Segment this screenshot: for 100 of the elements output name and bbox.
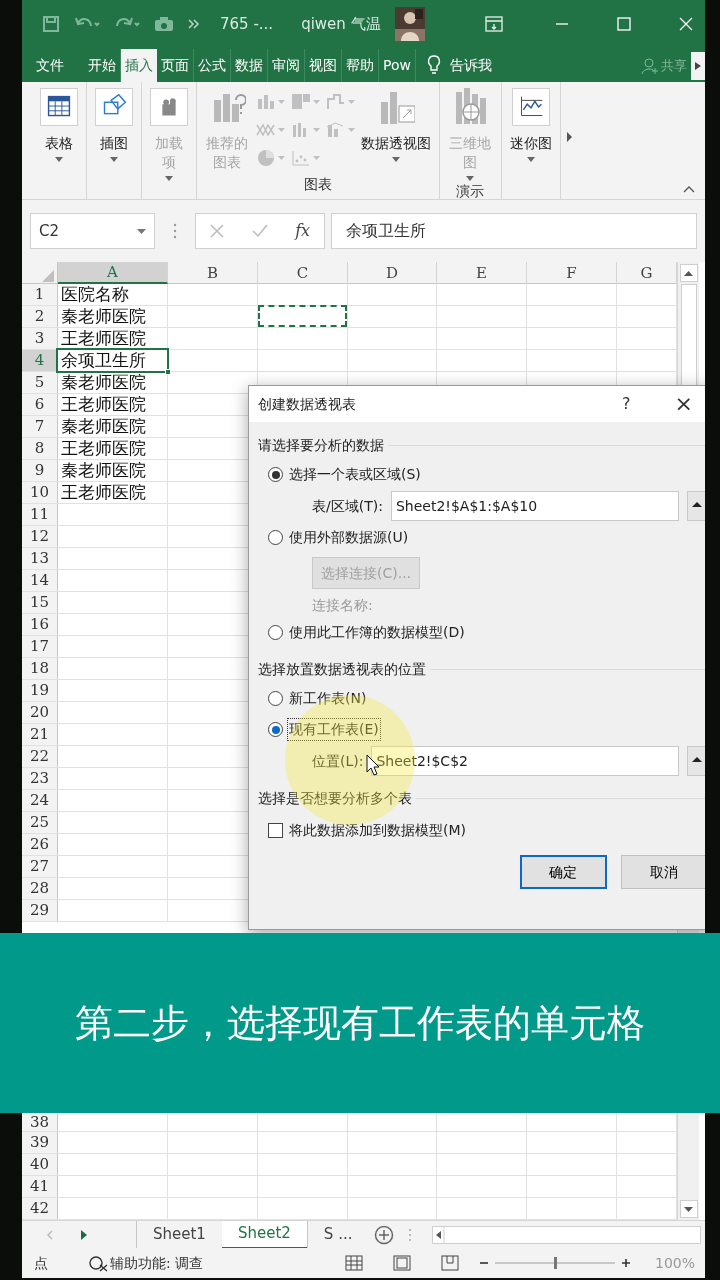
- row-header[interactable]: 41: [22, 1176, 58, 1197]
- row-header[interactable]: 18: [22, 658, 58, 679]
- ribbon-button[interactable]: 数据透视图: [358, 88, 433, 162]
- column-header[interactable]: C: [258, 262, 348, 284]
- radio-button[interactable]: [268, 625, 283, 640]
- chart-icon: [255, 149, 276, 167]
- save-icon[interactable]: [42, 15, 60, 33]
- page-break-icon[interactable]: [440, 1255, 459, 1271]
- radio-button[interactable]: [268, 691, 283, 706]
- collapse-dialog-button[interactable]: [687, 491, 705, 521]
- accessibility-icon[interactable]: [88, 1254, 108, 1272]
- section-heading: 选择放置数据透视表的位置: [258, 659, 426, 679]
- row-header[interactable]: 39: [22, 1132, 58, 1153]
- radio-label[interactable]: 使用此工作簿的数据模型(D): [287, 621, 467, 644]
- name-box[interactable]: C2: [30, 213, 155, 249]
- row-header[interactable]: 42: [22, 1198, 58, 1219]
- scroll-right-button[interactable]: [691, 52, 705, 80]
- collapse-icon[interactable]: [683, 185, 695, 193]
- ribbon-button[interactable]: 迷你图: [507, 88, 554, 162]
- row-header[interactable]: 11: [22, 504, 58, 525]
- range-field[interactable]: Sheet2!$C$2: [371, 746, 679, 776]
- caret-down-icon: [277, 100, 285, 104]
- caret-down-icon: [312, 156, 320, 160]
- row-header[interactable]: 6: [22, 394, 58, 415]
- camera-icon[interactable]: [154, 16, 174, 32]
- range-field[interactable]: Sheet2!$A$1:$A$10: [390, 491, 679, 521]
- row-header[interactable]: 3: [22, 328, 58, 349]
- dialog-button[interactable]: 取消: [620, 855, 705, 889]
- caret-down-icon: [684, 1206, 693, 1212]
- row-header[interactable]: 27: [22, 856, 58, 877]
- radio-button[interactable]: [268, 722, 283, 737]
- row-header[interactable]: 15: [22, 592, 58, 613]
- row-header[interactable]: 16: [22, 614, 58, 635]
- ribbon-tab[interactable]: 插入: [121, 49, 157, 82]
- radio-label[interactable]: 新工作表(N): [287, 687, 369, 710]
- row-header[interactable]: 19: [22, 680, 58, 701]
- column-header[interactable]: B: [168, 262, 258, 284]
- maximize-icon[interactable]: [617, 17, 631, 31]
- row-header[interactable]: 2: [22, 306, 58, 327]
- row-header[interactable]: 21: [22, 724, 58, 745]
- row-header[interactable]: 22: [22, 746, 58, 767]
- close-button[interactable]: ×: [674, 393, 693, 415]
- accessibility-status[interactable]: 辅助功能: 调查: [110, 1252, 204, 1274]
- row-header[interactable]: 14: [22, 570, 58, 591]
- row-header[interactable]: 25: [22, 812, 58, 833]
- add-sheet-icon[interactable]: [374, 1224, 395, 1245]
- row-header[interactable]: 9: [22, 460, 58, 481]
- ribbon-display-icon[interactable]: [485, 16, 503, 32]
- radio-label[interactable]: 选择一个表或区域(S): [287, 463, 423, 486]
- row-header[interactable]: 7: [22, 416, 58, 437]
- more-icon[interactable]: [188, 18, 200, 30]
- row-header[interactable]: 4: [22, 350, 58, 371]
- row-header[interactable]: 24: [22, 790, 58, 811]
- row-header[interactable]: 28: [22, 878, 58, 899]
- help-button[interactable]: ?: [622, 392, 631, 416]
- row-header[interactable]: 1: [22, 284, 58, 305]
- column-header[interactable]: E: [437, 262, 527, 284]
- next-sheet-icon[interactable]: [80, 1229, 88, 1240]
- row-header[interactable]: 20: [22, 702, 58, 723]
- more-icon[interactable]: [564, 132, 575, 142]
- zoom-in-icon[interactable]: [620, 1258, 631, 1268]
- checkbox[interactable]: [268, 822, 283, 838]
- sheet-tab[interactable]: Sheet2: [221, 1220, 307, 1249]
- row-header[interactable]: 23: [22, 768, 58, 789]
- cell-text: 王老师医院: [61, 328, 146, 349]
- tell-me-button[interactable]: 告诉我: [441, 49, 500, 82]
- row-header[interactable]: 26: [22, 834, 58, 855]
- radio-button[interactable]: [268, 530, 283, 545]
- page-layout-icon[interactable]: [392, 1255, 411, 1271]
- radio-label[interactable]: 使用外部数据源(U): [287, 526, 411, 549]
- ribbon-tab[interactable]: 文件: [32, 49, 68, 82]
- row-header[interactable]: 10: [22, 482, 58, 503]
- column-header[interactable]: A: [58, 262, 168, 284]
- horizontal-scrollbar[interactable]: [432, 1225, 701, 1244]
- row-header[interactable]: 8: [22, 438, 58, 459]
- caret-down-icon: [312, 100, 320, 104]
- illustration-icon: [95, 88, 133, 126]
- row-header[interactable]: 40: [22, 1154, 58, 1175]
- normal-view-icon[interactable]: [344, 1255, 363, 1271]
- row-header[interactable]: 13: [22, 548, 58, 569]
- collapse-dialog-button[interactable]: [687, 746, 705, 776]
- row-header[interactable]: 38: [22, 1113, 58, 1131]
- dialog-button[interactable]: 确定: [520, 855, 607, 889]
- ribbon-button[interactable]: 插图: [93, 88, 135, 162]
- row-header[interactable]: 17: [22, 636, 58, 657]
- radio-label[interactable]: 现有工作表(E): [287, 718, 381, 741]
- scroll-up-button[interactable]: [679, 264, 698, 282]
- radio-button[interactable]: [268, 467, 283, 482]
- column-header[interactable]: D: [348, 262, 437, 284]
- ribbon-button[interactable]: 表格: [38, 88, 80, 162]
- lightbulb-icon[interactable]: [425, 54, 442, 76]
- formula-field[interactable]: 余项卫生所: [331, 213, 697, 249]
- close-icon[interactable]: [679, 17, 693, 31]
- row-header[interactable]: 29: [22, 900, 58, 921]
- column-header[interactable]: F: [527, 262, 617, 284]
- zoom-slider-thumb[interactable]: [553, 1257, 557, 1269]
- row-header[interactable]: 12: [22, 526, 58, 547]
- row-header[interactable]: 5: [22, 372, 58, 393]
- insert-function-button[interactable]: fx: [295, 219, 311, 243]
- scroll-down-button[interactable]: [679, 1200, 698, 1218]
